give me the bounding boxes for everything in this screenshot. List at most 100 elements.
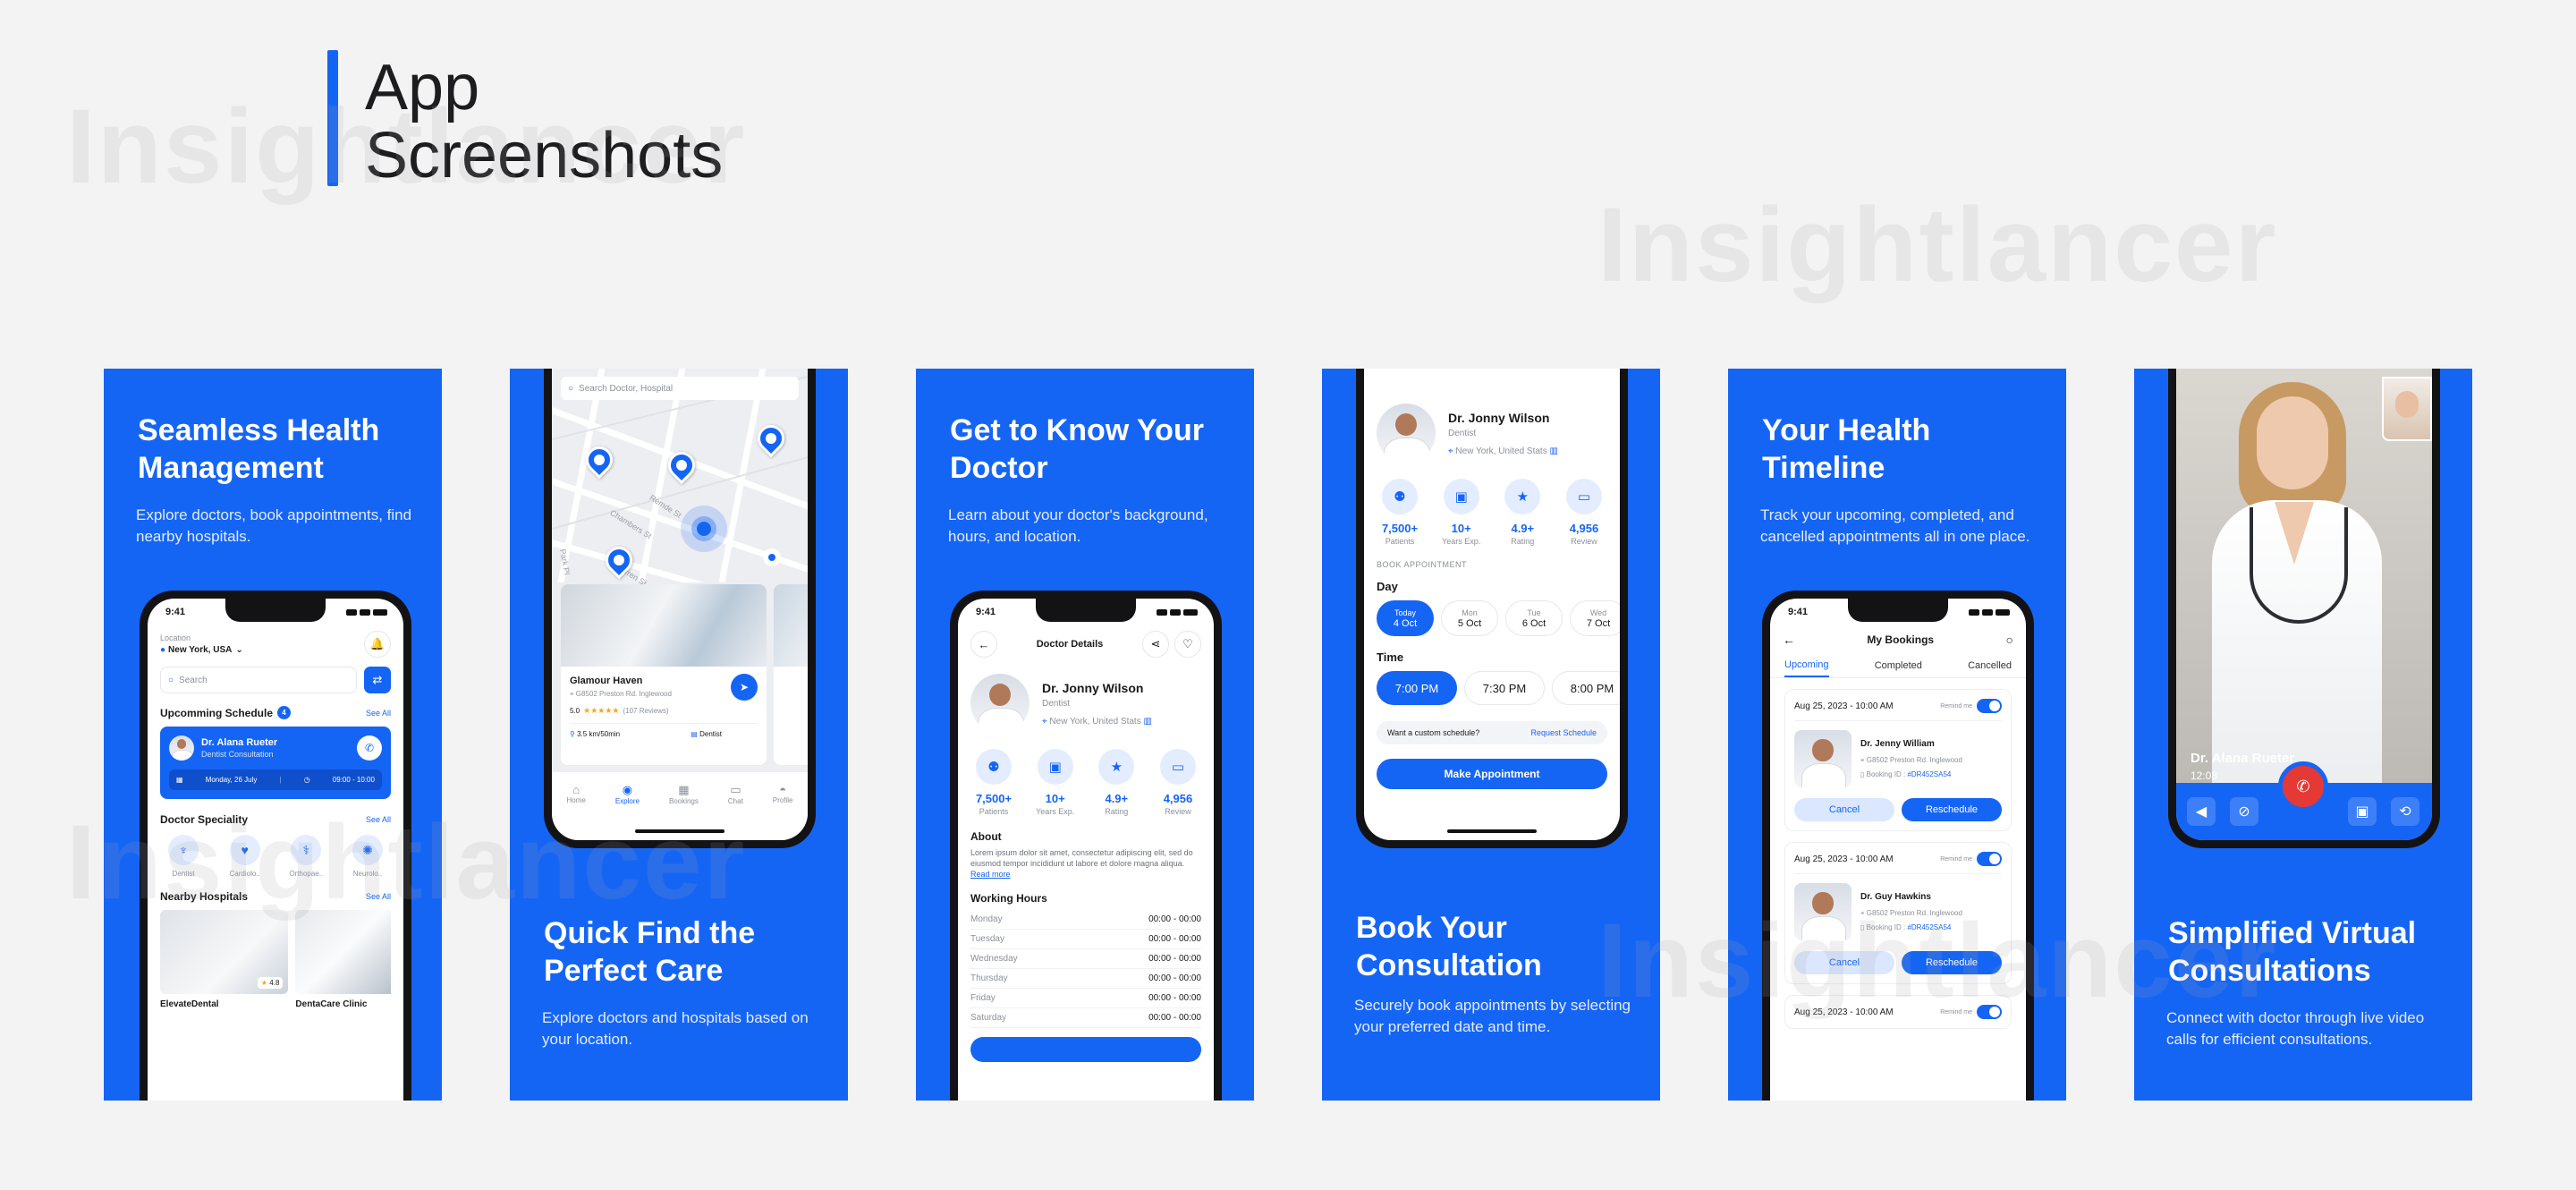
call-button[interactable]: ✆	[357, 735, 382, 761]
nav-bookings[interactable]: ▦ Bookings	[669, 783, 699, 805]
filter-button[interactable]: ⇄	[364, 667, 391, 693]
section-label: BOOK APPOINTMENT	[1377, 560, 1468, 569]
rating-value: 5.0	[570, 707, 580, 715]
hours-row: Tuesday 00:00 - 00:00	[970, 930, 1201, 949]
hospital-card[interactable]	[774, 584, 808, 765]
day-option[interactable]: Mon 5 Oct	[1441, 600, 1498, 636]
speaker-button[interactable]: ◀	[2187, 797, 2216, 826]
remind-toggle[interactable]	[1977, 699, 2002, 713]
share-icon[interactable]: ⋖	[1141, 631, 1169, 658]
camera-button[interactable]: ▣	[2348, 797, 2377, 826]
request-schedule-link[interactable]: Request Schedule	[1530, 728, 1597, 737]
doctor-location: New York, United Stats	[1049, 716, 1141, 727]
tab-completed[interactable]: Completed	[1875, 655, 1922, 676]
read-more-link[interactable]: Read more	[970, 870, 1011, 879]
hospital-name: Glamour Haven	[570, 676, 643, 686]
panel-title: Get to Know Your Doctor	[950, 413, 1204, 485]
mic-off-icon: ⊘	[2238, 804, 2250, 820]
hospital-image: ★ 4.8	[160, 910, 289, 994]
nearby-title: Nearby Hospitals	[160, 890, 249, 903]
schedule-date: Monday, 26 July	[205, 776, 258, 784]
reschedule-button[interactable]: Reschedule	[1902, 951, 2002, 974]
back-arrow-icon[interactable]: ←	[970, 631, 997, 658]
speciality-neurology[interactable]: ✺ Neurolo..	[344, 835, 391, 878]
speciality-cardiology[interactable]: ♥ Cardiolo..	[222, 835, 268, 878]
speciality-orthopaedic[interactable]: ⚕ Orthopae..	[283, 835, 329, 878]
location-pin-icon: ⌖	[1860, 909, 1865, 917]
day-option[interactable]: Wed 7 Oct	[1570, 600, 1620, 636]
see-all-link[interactable]: See All	[366, 892, 391, 901]
custom-schedule-bar: Want a custom schedule? Request Schedule	[1377, 721, 1607, 744]
heart-icon: ♥	[229, 835, 260, 865]
back-arrow-icon[interactable]: ←	[1783, 633, 1795, 647]
switch-camera-button[interactable]: ⟲	[2391, 797, 2419, 826]
schedule-type: Dentist Consultation	[201, 750, 274, 759]
nav-home[interactable]: ⌂ Home	[567, 783, 586, 804]
panel-title: Book Your Consultation	[1356, 911, 1542, 982]
review-count: (107 Reviews)	[623, 707, 669, 715]
search-input[interactable]: ○ Search	[160, 667, 357, 693]
reschedule-button[interactable]: Reschedule	[1902, 798, 2002, 821]
hospital-name: ElevateDental	[160, 999, 219, 1009]
panel-description: Connect with doctor through live video c…	[2166, 1009, 2425, 1048]
cancel-button[interactable]: Cancel	[1794, 951, 1894, 974]
see-all-link[interactable]: See All	[366, 815, 391, 824]
day-option[interactable]: Tue 6 Oct	[1505, 600, 1563, 636]
location-selector[interactable]: ● New York, USA ⌄	[160, 645, 243, 655]
search-icon[interactable]: ○	[2006, 633, 2013, 647]
schedule-card[interactable]: Dr. Alana Rueter Dentist Consultation ✆ …	[160, 727, 391, 799]
booking-date: Aug 25, 2023 - 10:00 AM	[1794, 701, 1894, 711]
panel-description: Explore doctors, book appointments, find…	[136, 506, 412, 545]
heading-line-2: Screenshots	[365, 120, 724, 191]
about-text: Lorem ipsum dolor sit amet, consectetur …	[970, 848, 1193, 868]
hospital-card[interactable]: ★ 4.8 ElevateDental	[160, 910, 289, 1009]
video-off-icon: ▣	[2355, 804, 2369, 820]
see-all-link[interactable]: See All	[366, 709, 391, 718]
book-button[interactable]	[970, 1037, 1201, 1062]
briefcase-icon: ▣	[1037, 749, 1073, 785]
nav-profile[interactable]: ◓ Profile	[773, 783, 793, 804]
tab-cancelled[interactable]: Cancelled	[1968, 655, 2012, 676]
heading-accent-bar	[327, 50, 338, 186]
tab-upcoming[interactable]: Upcoming	[1784, 654, 1829, 677]
nav-explore[interactable]: ◉ Explore	[615, 783, 640, 805]
notification-bell-icon[interactable]: 🔔	[364, 631, 391, 658]
map-search-input[interactable]: ○ Search Doctor, Hospital	[561, 377, 799, 400]
chat-icon: ▭	[730, 783, 741, 796]
self-view-thumbnail[interactable]	[2382, 377, 2432, 441]
panel-description: Learn about your doctor's background, ho…	[948, 506, 1208, 545]
star-icon: ★	[1504, 479, 1541, 514]
remind-toggle[interactable]	[1977, 1005, 2002, 1019]
time-option[interactable]: 8:00 PM	[1552, 671, 1620, 705]
hospital-card[interactable]: DentaCare Clinic	[295, 910, 391, 1009]
make-appointment-button[interactable]: Make Appointment	[1377, 759, 1607, 789]
location-pin-icon: ⌖	[570, 690, 574, 698]
hours-row: Saturday 00:00 - 00:00	[970, 1008, 1201, 1028]
booking-address: G8502 Preston Rd. Inglewood	[1866, 756, 1962, 764]
chat-icon: ▭	[1159, 749, 1196, 785]
hospital-card[interactable]: Glamour Haven ⌖ G8502 Preston Rd. Inglew…	[561, 584, 767, 765]
booking-id: #DR452SA54	[1907, 923, 1952, 931]
time-option-selected[interactable]: 7:00 PM	[1377, 671, 1457, 705]
heart-icon[interactable]: ♡	[1174, 631, 1201, 658]
doctor-location: New York, United Stats	[1455, 446, 1547, 456]
directions-button[interactable]: ➤	[731, 674, 758, 701]
booking-card: Aug 25, 2023 - 10:00 AM Remind me Dr. Je…	[1784, 689, 2012, 831]
phone-hangup-icon: ✆	[2296, 777, 2310, 795]
location-pin-icon: ⌖	[1860, 756, 1865, 764]
cancel-button[interactable]: Cancel	[1794, 798, 1894, 821]
day-option-selected[interactable]: Today 4 Oct	[1377, 600, 1434, 636]
bone-icon: ⚕	[291, 835, 322, 865]
hours-row: Monday 00:00 - 00:00	[970, 910, 1201, 930]
time-option[interactable]: 7:30 PM	[1464, 671, 1545, 705]
mute-button[interactable]: ⊘	[2230, 797, 2258, 826]
building-icon: ▤	[691, 730, 698, 738]
panel-booking: Dr. Jonny Wilson Dentist ⌖ New York, Uni…	[1322, 369, 1660, 1101]
end-call-button[interactable]: ✆	[2278, 761, 2328, 812]
speciality-dentist[interactable]: ♆ Dentist	[160, 835, 207, 878]
nav-chat[interactable]: ▭ Chat	[728, 783, 743, 805]
rating-badge: ★ 4.8	[257, 977, 284, 989]
users-icon: ⚉	[1382, 479, 1418, 514]
doctor-avatar	[1377, 404, 1436, 463]
remind-toggle[interactable]	[1977, 852, 2002, 866]
